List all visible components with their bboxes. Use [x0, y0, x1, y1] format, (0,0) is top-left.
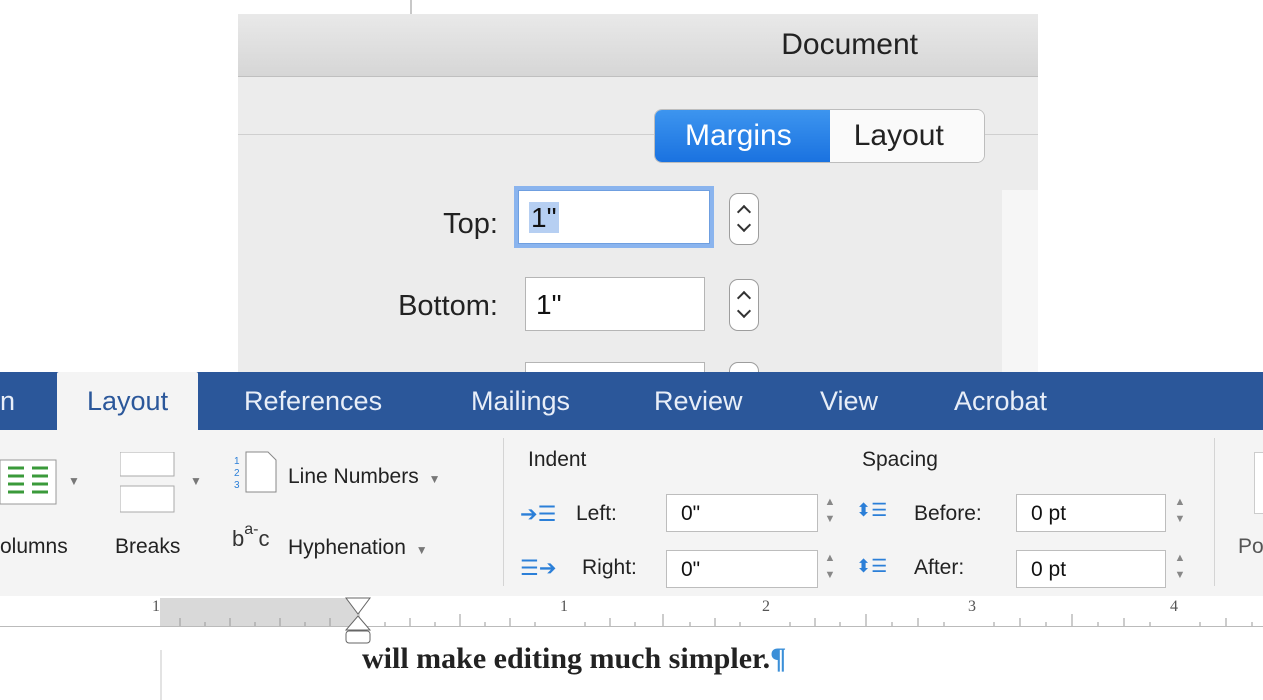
breaks-label: Breaks: [115, 535, 181, 558]
line-numbers-dropdown-icon: ▼: [428, 472, 441, 486]
spacing-heading: Spacing: [862, 448, 938, 471]
spacing-after-icon: ⬍☰: [856, 556, 888, 576]
tab-view[interactable]: View: [820, 372, 878, 430]
indent-marker-icon[interactable]: [344, 596, 372, 646]
indent-left-input[interactable]: 0": [666, 494, 818, 532]
ruler-label: 2: [762, 598, 770, 615]
indent-left-label: Left:: [576, 502, 617, 525]
position-icon: [1254, 452, 1263, 514]
spacing-before-stepper[interactable]: ▲ ▼: [1170, 494, 1190, 532]
line-numbers-button[interactable]: Line Numbers ▼: [288, 465, 440, 489]
spacing-before-icon: ⬍☰: [856, 500, 888, 520]
top-margin-value: 1": [529, 202, 559, 233]
hyphenation-button[interactable]: Hyphenation ▼: [288, 536, 428, 560]
indent-heading: Indent: [528, 448, 587, 471]
bottom-margin-label: Bottom:: [398, 290, 498, 322]
tab-layout[interactable]: Layout: [57, 372, 199, 430]
top-margin-label: Top:: [443, 208, 498, 240]
indent-right-stepper[interactable]: ▲ ▼: [820, 550, 840, 588]
ruler-label: 1: [152, 598, 160, 615]
group-divider: [1214, 438, 1215, 586]
dialog-title: Document: [781, 28, 918, 61]
preview-panel: [1002, 190, 1038, 372]
segment-margins[interactable]: Margins: [655, 110, 830, 162]
indent-right-value: 0": [681, 558, 701, 581]
spacing-after-label: After:: [914, 556, 965, 579]
pilcrow-mark: ¶: [770, 642, 787, 675]
tab-review[interactable]: Review: [654, 372, 743, 430]
top-margin-stepper[interactable]: [729, 193, 759, 245]
position-label: Po: [1238, 535, 1263, 558]
hyphenation-icon: ba-c: [232, 521, 270, 551]
spacing-before-value: 0 pt: [1031, 502, 1067, 525]
dialog-titlebar: Document: [238, 14, 1038, 77]
indent-right-input[interactable]: 0": [666, 550, 818, 588]
line-numbers-icon: 1 2 3: [232, 450, 278, 499]
spacing-after-value: 0 pt: [1031, 558, 1067, 581]
columns-button[interactable]: [0, 458, 60, 513]
bottom-margin-stepper[interactable]: [729, 279, 759, 331]
breaks-icon: [119, 451, 175, 513]
svg-text:3: 3: [234, 480, 240, 491]
svg-text:2: 2: [234, 468, 240, 479]
indent-left-stepper[interactable]: ▲ ▼: [820, 494, 840, 532]
spacing-before-input[interactable]: 0 pt: [1016, 494, 1166, 532]
hyphenation-dropdown-icon: ▼: [415, 543, 428, 557]
document-dialog: Document Margins Layout Top: 1" Bottom: …: [238, 0, 1038, 382]
document-page[interactable]: will make editing much simpler.¶: [0, 642, 1263, 700]
tab-acrobat[interactable]: Acrobat: [954, 372, 1047, 430]
segmented-control: Margins Layout: [655, 110, 984, 162]
breaks-dropdown-icon[interactable]: ▼: [190, 474, 202, 488]
background-strip: [238, 0, 1038, 14]
hyphenation-label: Hyphenation: [288, 536, 406, 559]
indent-left-icon: ➔☰: [520, 503, 557, 526]
ruler-label: 3: [968, 598, 976, 615]
ruler-label: 4: [1170, 598, 1178, 615]
columns-label: olumns: [0, 535, 68, 558]
spacing-after-stepper[interactable]: ▲ ▼: [1170, 550, 1190, 588]
spacing-after-input[interactable]: 0 pt: [1016, 550, 1166, 588]
svg-text:1: 1: [234, 456, 240, 467]
ribbon-body: ▼ olumns ▼ Breaks 1 2 3 Line Numbers ▼ b…: [0, 430, 1263, 596]
ribbon-tab-bar: n Layout References Mailings Review View…: [0, 372, 1263, 430]
document-text: will make editing much simpler.: [362, 642, 771, 675]
tab-partial[interactable]: n: [0, 372, 15, 430]
indent-right-label: Right:: [582, 556, 637, 579]
indent-left-value: 0": [681, 502, 701, 525]
bottom-margin-input[interactable]: 1": [525, 277, 705, 331]
top-margin-input[interactable]: 1": [514, 186, 714, 248]
document-text-line: will make editing much simpler.¶: [362, 642, 786, 676]
spacing-before-label: Before:: [914, 502, 982, 525]
ruler-label: 1: [560, 598, 568, 615]
tab-mailings[interactable]: Mailings: [471, 372, 570, 430]
indent-right-icon: ☰➔: [520, 557, 557, 580]
columns-dropdown-icon[interactable]: ▼: [68, 474, 80, 488]
breaks-button[interactable]: [119, 451, 180, 519]
columns-icon: [0, 459, 57, 505]
bottom-margin-value: 1": [536, 289, 562, 320]
tab-references[interactable]: References: [244, 372, 382, 430]
segment-layout[interactable]: Layout: [829, 110, 984, 162]
line-numbers-label: Line Numbers: [288, 465, 419, 488]
group-divider: [503, 438, 504, 586]
